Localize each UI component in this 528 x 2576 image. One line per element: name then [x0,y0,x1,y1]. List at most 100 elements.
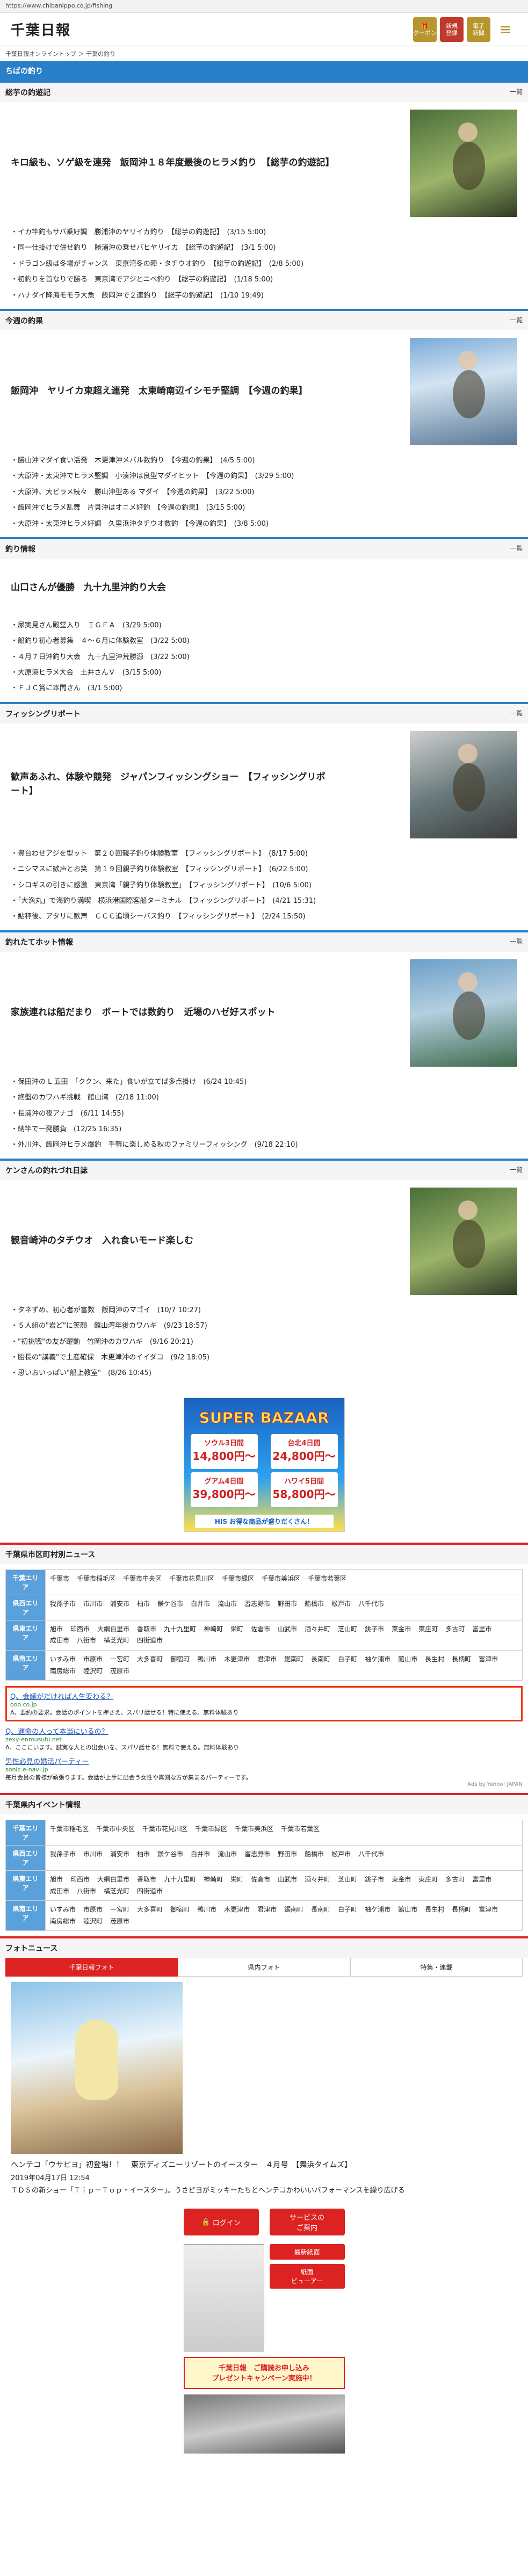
city-link[interactable]: 八街市 [77,1635,96,1647]
city-link[interactable]: 船橋市 [305,1598,324,1610]
city-link[interactable]: 習志野市 [244,1598,270,1610]
list-item[interactable]: ・大原沖・太東沖ヒラメ好調 久里浜沖タチウオ数釣 【今週の釣果】 (3/8 5:… [11,516,517,532]
ad-deal[interactable]: 台北4日間 24,800円～ [270,1434,338,1469]
list-item[interactable]: ・"初挑戦"の友が躍動 竹岡沖のカワハギ (9/16 20:21) [11,1334,517,1350]
more-link[interactable]: 一覧 [510,708,523,719]
city-link[interactable]: 館山市 [398,1904,417,1916]
more-link[interactable]: 一覧 [510,87,523,98]
city-link[interactable]: 佐倉市 [251,1624,270,1636]
city-link[interactable]: 千葉市緑区 [222,1573,254,1585]
tab-chibanippo-photo[interactable]: 千葉日報フォト [5,1958,178,1977]
city-link[interactable]: 鴨川市 [197,1904,216,1916]
city-link[interactable]: 富津市 [479,1904,498,1916]
list-item[interactable]: ・勝山沖マダイ食い活発 木更津沖メバル数釣り 【今週の釣果】 (4/5 5:00… [11,453,517,468]
feature-photo[interactable] [410,1187,517,1295]
list-item[interactable]: ・イカ竿釣もサバ乗好調 勝浦沖のヤリイカ釣り 【総芋の釣遊記】 (3/15 5:… [11,225,517,240]
newspaper-thumbnail[interactable] [183,2244,264,2352]
city-link[interactable]: 神崎町 [204,1874,223,1886]
city-link[interactable]: 松戸市 [331,1849,351,1861]
city-link[interactable]: 長南町 [311,1904,330,1916]
tab-features[interactable]: 特集・連載 [350,1958,523,1977]
list-item[interactable]: ・シロギスの引きに感激 東京湾「親子釣り体験教室」 【フィッシングリポート】 (… [11,878,517,893]
city-link[interactable]: 千葉市中央区 [123,1573,162,1585]
city-link[interactable]: 君津市 [257,1904,277,1916]
list-item[interactable]: ・思いおいっぱい"船上教室" (8/26 10:45) [11,1365,517,1381]
list-item[interactable]: ・鮎秤後、アタリに歓声 ＣＣＣ追頃シーバス釣り 【フィッシングリポート】 (2/… [11,909,517,924]
city-link[interactable]: 茂原市 [110,1916,129,1928]
city-link[interactable]: 栄町 [230,1624,243,1636]
city-link[interactable]: 酒々井町 [305,1624,330,1636]
city-link[interactable]: 旭市 [50,1874,63,1886]
feature-article[interactable]: 観音崎沖のタチウオ 入れ食いモード楽しむ [0,1180,528,1303]
city-link[interactable]: 千葉市 [50,1573,69,1585]
feature-article[interactable]: キロ級も、ソゲ級を連発 飯岡沖１８年度最後のヒラメ釣り 【総芋の釣遊記】 [0,102,528,225]
feature-title[interactable]: 山口さんが優勝 九十九里沖釣り大会 [11,581,333,595]
photo-news-title[interactable]: ヘンテコ「ウサピヨ」初登場！！ 東京ディズニーリゾートのイースター ４月号 【舞… [11,2159,517,2170]
city-link[interactable]: 睦沢町 [83,1916,103,1928]
feature-title[interactable]: 歓声あふれ、体験や競発 ジャパンフィッシングショー 【フィッシングリポート】 [11,771,333,798]
list-item[interactable]: ・初釣りを首なりで勝る 東京湾でアジとニベ釣り 【総芋の釣遊記】 (1/18 5… [11,272,517,287]
city-link[interactable]: 大多喜町 [137,1904,163,1916]
city-link[interactable]: 鴨川市 [197,1654,216,1666]
city-link[interactable]: 君津市 [257,1654,277,1666]
city-link[interactable]: 白井市 [191,1849,210,1861]
feature-title[interactable]: キロ級も、ソゲ級を連発 飯岡沖１８年度最後のヒラメ釣り 【総芋の釣遊記】 [11,156,334,170]
city-link[interactable]: 野田市 [278,1598,297,1610]
city-link[interactable]: 流山市 [218,1598,237,1610]
list-item[interactable]: ・保田沖の L 五田 「ククン、来た」食いが立てば多点掛け (6/24 10:4… [11,1074,517,1090]
more-link[interactable]: 一覧 [510,544,523,554]
list-item[interactable]: ・タネずめ、初心者が富数 飯岡沖のマゴイ (10/7 10:27) [11,1303,517,1318]
city-link[interactable]: 香取市 [137,1624,156,1636]
list-item[interactable]: ・大原沖、大ビラメ続々 勝山沖型ある マダイ 【今週の釣果】 (3/22 5:0… [11,484,517,500]
city-link[interactable]: 市川市 [83,1849,103,1861]
service-guide-button[interactable]: サービスの ご案内 [269,2209,345,2236]
city-link[interactable]: 横芝光町 [104,1886,129,1898]
city-link[interactable]: 千葉市稲毛区 [77,1573,115,1585]
city-link[interactable]: 館山市 [398,1654,417,1666]
city-link[interactable]: 成田市 [50,1635,69,1647]
feature-article[interactable]: 山口さんが優勝 九十九里沖釣り大会 [0,559,528,618]
photo-news-image[interactable] [11,1982,183,2154]
city-link[interactable]: 千葉市稲毛区 [50,1824,89,1835]
city-link[interactable]: 成田市 [50,1886,69,1898]
city-link[interactable]: 一宮町 [110,1654,129,1666]
more-link[interactable]: 一覧 [510,937,523,947]
city-link[interactable]: 南房総市 [50,1916,76,1928]
list-item[interactable]: ・ＦＪＣ賞に本間さん (3/1 5:00) [11,681,517,696]
city-link[interactable]: 四街道市 [137,1886,163,1898]
list-item[interactable]: ・５人組の"岩ど"に笑顔 館山湾年後カワハギ (9/23 18:57) [11,1318,517,1334]
city-link[interactable]: 香取市 [137,1874,156,1886]
city-link[interactable]: 九十九里町 [164,1874,196,1886]
more-link[interactable]: 一覧 [510,1165,523,1176]
city-link[interactable]: 山武市 [278,1624,297,1636]
city-link[interactable]: 白井市 [191,1598,210,1610]
menu-icon[interactable]: ≡ [494,17,517,42]
latest-paper-button[interactable]: 最新紙面 [269,2244,345,2260]
feature-article[interactable]: 飯岡沖 ヤリイカ束超え連発 太東崎南辺イシモチ堅調 【今週の釣果】 [0,330,528,453]
feature-photo[interactable] [410,959,517,1067]
feature-article[interactable]: 家族連れは船だまり ボートでは数釣り 近場のハゼ好スポット [0,952,528,1074]
list-item[interactable]: ・大原港ヒラメ大会 土井さんＶ (3/15 5:00) [11,665,517,681]
city-link[interactable]: 八千代市 [358,1849,384,1861]
city-link[interactable]: いすみ市 [50,1654,76,1666]
list-item[interactable]: ・４月７日沖釣り大会 九十九里沖荒勝源 (3/22 5:00) [11,649,517,665]
city-link[interactable]: 印西市 [70,1624,90,1636]
city-link[interactable]: 東庄町 [418,1874,438,1886]
highlighted-ad[interactable]: Q、会議がだければ人生変わる？ ooo.co.jp A、要約の要求。会話のポイン… [5,1686,523,1722]
city-link[interactable]: 芝山町 [338,1624,357,1636]
city-link[interactable]: 横芝光町 [104,1635,129,1647]
city-link[interactable]: 八千代市 [358,1598,384,1610]
city-link[interactable]: 袖ケ浦市 [365,1654,390,1666]
feature-photo[interactable] [410,110,517,217]
city-link[interactable]: 八街市 [77,1886,96,1898]
city-link[interactable]: 芝山町 [338,1874,357,1886]
city-link[interactable]: 四街道市 [137,1635,163,1647]
ad-deal[interactable]: ハワイ5日間 58,800円～ [270,1472,338,1507]
city-link[interactable]: 長柄町 [452,1654,471,1666]
city-link[interactable]: 大多喜町 [137,1654,163,1666]
breadcrumb[interactable]: 千葉日報オンライントップ ＞ 千葉の釣り [0,46,528,61]
city-link[interactable]: 山武市 [278,1874,297,1886]
city-link[interactable]: 酒々井町 [305,1874,330,1886]
city-link[interactable]: 御宿町 [170,1904,190,1916]
login-button[interactable]: 🔒 ログイン [183,2209,259,2236]
